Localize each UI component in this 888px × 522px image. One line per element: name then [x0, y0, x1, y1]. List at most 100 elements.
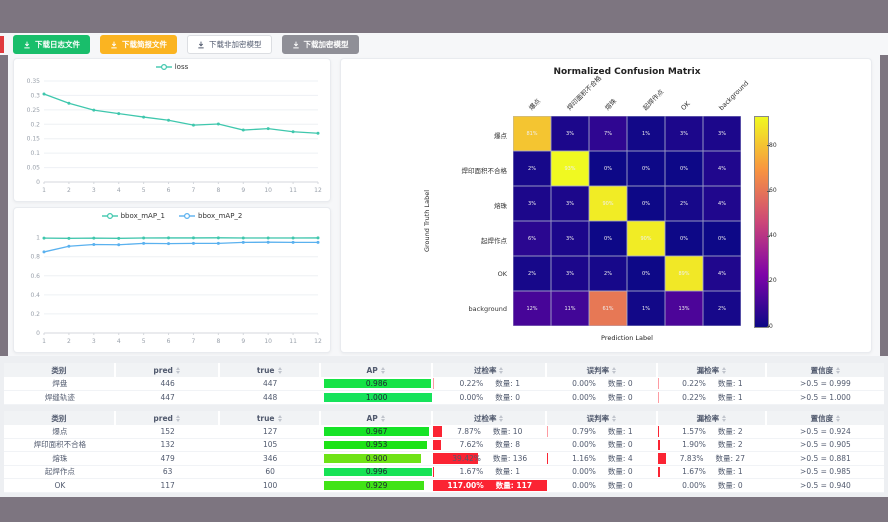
rate-cell: 1.67%数量: 1 — [658, 466, 767, 480]
matrix-cell: 4% — [703, 186, 741, 221]
column-header-category: 类别 — [4, 363, 116, 377]
rate-percent: 0.79% — [572, 427, 596, 436]
rate-cell: 1.67%数量: 1 — [433, 466, 547, 480]
sort-icon — [836, 415, 840, 422]
rate-percent: 7.87% — [457, 427, 481, 436]
ap-value: 0.929 — [366, 481, 387, 490]
ap-value: 0.900 — [366, 454, 387, 463]
matrix-cell: 93% — [551, 151, 589, 186]
download-encrypted-model-button[interactable]: 下载加密模型 — [282, 35, 359, 54]
column-header-miss[interactable]: 漏检率 — [658, 363, 767, 377]
column-header-misjudge[interactable]: 误判率 — [547, 411, 658, 425]
table-row: 起焊作点63600.9961.67%数量: 10.00%数量: 01.67%数量… — [4, 466, 884, 480]
charts-zone: loss00.050.10.150.20.250.30.351234567891… — [0, 55, 888, 356]
true-cell: 105 — [220, 439, 321, 453]
column-label: background — [717, 79, 750, 112]
column-header-pred[interactable]: pred — [116, 363, 220, 377]
matrix-cell: 0% — [665, 151, 703, 186]
rate-cell: 0.00%数量: 0 — [547, 439, 658, 453]
summary-table-1: 类别predtrueAP过检率误判率漏检率置信度焊盘4464470.9860.2… — [4, 363, 884, 405]
sort-icon — [176, 415, 180, 422]
column-label: 焊印面积不合格 — [565, 74, 603, 112]
column-header-label: AP — [366, 414, 377, 423]
rate-cell: 7.62%数量: 8 — [433, 439, 547, 453]
rate-count: 数量: 0 — [608, 480, 633, 491]
table-row: 熔珠4793460.90039.42%数量: 1361.16%数量: 47.83… — [4, 452, 884, 466]
category-cell: 爆点 — [4, 425, 116, 439]
matrix-cell: 2% — [589, 256, 627, 291]
matrix-cell: 0% — [627, 186, 665, 221]
rate-percent: 0.22% — [682, 393, 706, 402]
svg-text:8: 8 — [216, 338, 220, 345]
matrix-cell: 2% — [665, 186, 703, 221]
rate-cell: 117.00%数量: 117 — [433, 479, 547, 493]
matrix-cell: 0% — [627, 256, 665, 291]
svg-text:0.35: 0.35 — [27, 78, 41, 85]
ap-cell: 0.953 — [321, 439, 433, 453]
rate-cell: 39.42%数量: 136 — [433, 452, 547, 466]
svg-text:9: 9 — [241, 187, 245, 194]
column-header-label: true — [257, 414, 275, 423]
rate-percent: 1.67% — [682, 467, 706, 476]
download-log-file-button[interactable]: 下载日志文件 — [13, 35, 90, 54]
rate-percent: 1.67% — [459, 467, 483, 476]
matrix-cell: 13% — [665, 291, 703, 326]
column-header-miss[interactable]: 漏检率 — [658, 411, 767, 425]
column-header-misjudge[interactable]: 误判率 — [547, 363, 658, 377]
row-label: 爆点 — [341, 130, 507, 140]
rate-percent: 1.90% — [682, 440, 706, 449]
legend-item[interactable]: bbox_mAP_1 — [102, 212, 165, 220]
true-cell: 60 — [220, 466, 321, 480]
colorbar — [754, 116, 769, 328]
column-header-category: 类别 — [4, 411, 116, 425]
download-icon — [292, 41, 300, 49]
column-header-confidence[interactable]: 置信度 — [767, 411, 884, 425]
rate-percent: 1.16% — [572, 454, 596, 463]
pred-cell: 152 — [116, 425, 220, 439]
table-header-row: 类别 pred true AP过检率误判率漏检率置信度 — [4, 363, 884, 377]
svg-text:10: 10 — [264, 187, 272, 194]
legend-item[interactable]: loss — [156, 63, 189, 71]
column-header-pred[interactable]: pred — [116, 411, 220, 425]
category-cell: OK — [4, 479, 116, 493]
svg-text:0.3: 0.3 — [30, 92, 40, 99]
matrix-cell: 3% — [551, 256, 589, 291]
rate-bar — [658, 392, 659, 403]
matrix-cell: 3% — [551, 221, 589, 256]
legend-item[interactable]: bbox_mAP_2 — [179, 212, 242, 220]
matrix-cell: 2% — [703, 291, 741, 326]
column-header-ap[interactable]: AP — [321, 363, 433, 377]
column-header-overkill[interactable]: 过检率 — [433, 411, 547, 425]
column-header-true[interactable]: true — [220, 411, 321, 425]
rate-percent: 0.00% — [682, 481, 706, 490]
column-header-label: true — [257, 366, 275, 375]
column-header-confidence[interactable]: 置信度 — [767, 363, 884, 377]
download-report-file-button[interactable]: 下载简报文件 — [100, 35, 177, 54]
button-label: 下载简报文件 — [122, 39, 167, 50]
svg-text:3: 3 — [92, 338, 96, 345]
column-label: 起焊作点 — [641, 88, 665, 112]
rate-cell: 1.16%数量: 4 — [547, 452, 658, 466]
table-row: OK1171000.929117.00%数量: 1170.00%数量: 00.0… — [4, 479, 884, 493]
rate-percent: 117.00% — [447, 481, 483, 490]
column-header-ap[interactable]: AP — [321, 411, 433, 425]
ap-cell: 0.900 — [321, 452, 433, 466]
svg-text:5: 5 — [142, 187, 146, 194]
column-header-overkill[interactable]: 过检率 — [433, 363, 547, 377]
legend-label: loss — [175, 63, 189, 71]
true-cell: 127 — [220, 425, 321, 439]
matrix-cell: 89% — [665, 256, 703, 291]
legend-label: bbox_mAP_1 — [121, 212, 165, 220]
sort-icon — [836, 367, 840, 374]
download-unencrypted-model-button[interactable]: 下载非加密模型 — [187, 35, 272, 54]
svg-text:1: 1 — [42, 187, 46, 194]
legend-marker-icon — [102, 212, 118, 220]
rate-bar — [433, 440, 442, 451]
matrix-cell: 4% — [703, 151, 741, 186]
line-chart-plot: 00.20.40.60.81123456789101112 — [14, 224, 328, 348]
column-header-true[interactable]: true — [220, 363, 321, 377]
rate-bar — [433, 467, 435, 478]
column-header-label: 类别 — [51, 365, 66, 376]
rate-cell: 0.00%数量: 0 — [658, 479, 767, 493]
matrix-cell: 3% — [551, 186, 589, 221]
